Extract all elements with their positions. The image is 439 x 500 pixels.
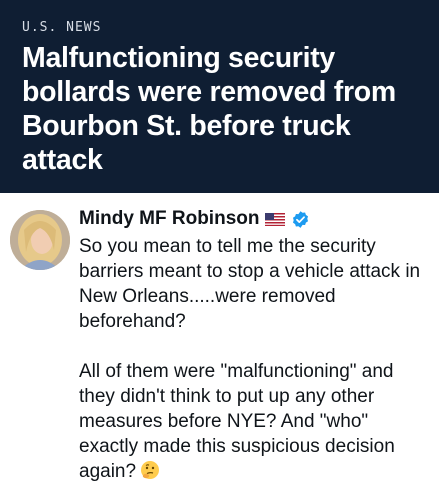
- tweet-paragraph[interactable]: All of them were "malfunctioning" and th…: [79, 359, 424, 484]
- news-header: U.S. NEWS Malfunctioning security bollar…: [0, 0, 439, 193]
- verified-badge-icon: [291, 210, 310, 229]
- author-row: Mindy MF Robinson: [79, 208, 310, 230]
- tweet-body: So you mean to tell me the security barr…: [79, 234, 424, 484]
- article-headline[interactable]: Malfunctioning security bollards were re…: [22, 41, 432, 177]
- avatar-photo: [10, 210, 70, 270]
- us-flag-icon: [265, 212, 286, 226]
- tweet-card: Mindy MF Robinson So you mean to tell me…: [0, 193, 439, 500]
- author-name[interactable]: Mindy MF Robinson: [79, 208, 259, 230]
- thinking-face-emoji-icon: [140, 460, 160, 480]
- avatar[interactable]: [10, 210, 70, 270]
- section-label[interactable]: U.S. NEWS: [22, 20, 423, 35]
- tweet-paragraph[interactable]: So you mean to tell me the security barr…: [79, 234, 424, 334]
- tweet-paragraph-text: All of them were "malfunctioning" and th…: [79, 361, 395, 482]
